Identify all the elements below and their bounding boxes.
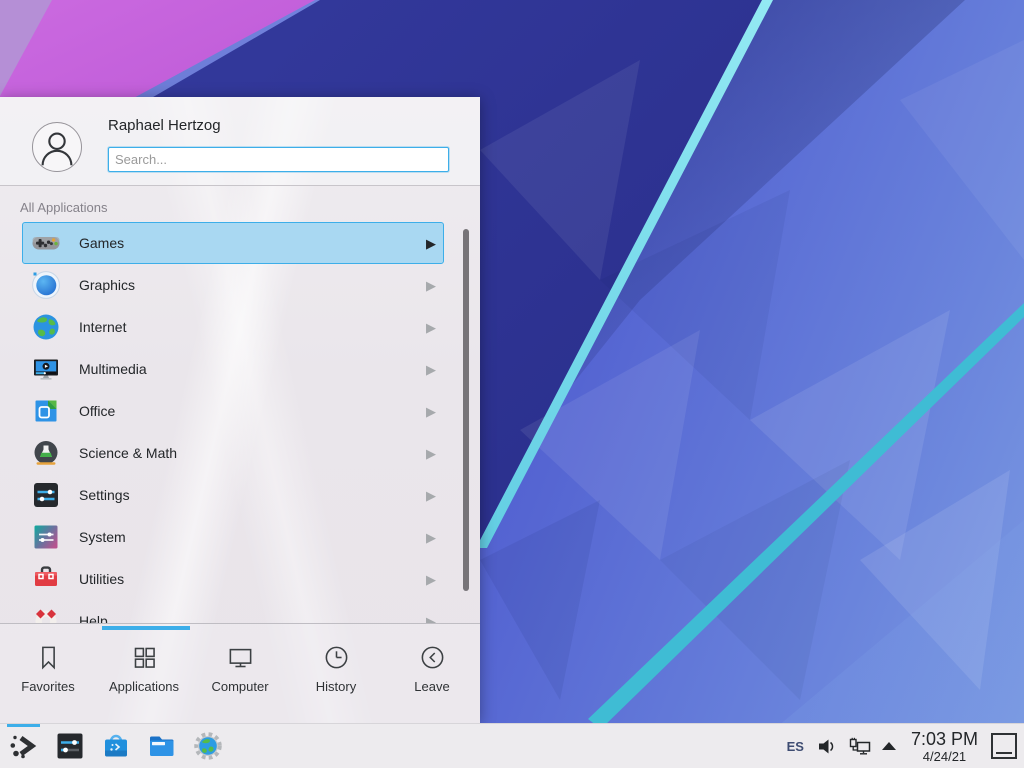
chevron-right-icon: ▶ bbox=[426, 531, 436, 544]
category-label: Settings bbox=[79, 487, 130, 503]
category-system[interactable]: System ▶ bbox=[22, 516, 444, 558]
chevron-right-icon: ▶ bbox=[426, 363, 436, 376]
chevron-right-icon: ▶ bbox=[426, 615, 436, 624]
category-internet[interactable]: Internet ▶ bbox=[22, 306, 444, 348]
computer-icon bbox=[227, 644, 254, 671]
clock-time: 7:03 PM bbox=[911, 730, 978, 748]
user-avatar-icon[interactable] bbox=[32, 122, 82, 172]
section-label: All Applications bbox=[20, 200, 107, 215]
category-label: Graphics bbox=[79, 277, 135, 293]
category-games[interactable]: Games ▶ bbox=[22, 222, 444, 264]
help-icon bbox=[31, 606, 61, 623]
taskbar-launchers bbox=[0, 731, 223, 761]
chevron-right-icon: ▶ bbox=[426, 489, 436, 502]
tab-computer[interactable]: Computer bbox=[192, 624, 288, 723]
category-label: Help bbox=[79, 613, 108, 623]
category-label: System bbox=[79, 529, 126, 545]
application-launcher-menu: Raphael Hertzog All Applications Games ▶… bbox=[0, 97, 480, 723]
discover-button[interactable] bbox=[101, 731, 131, 761]
tab-leave[interactable]: Leave bbox=[384, 624, 480, 723]
active-tab-indicator bbox=[102, 626, 190, 630]
system-icon bbox=[31, 522, 61, 552]
category-label: Games bbox=[79, 235, 124, 251]
clock-date: 4/24/21 bbox=[911, 750, 978, 763]
tray-expand-icon[interactable] bbox=[882, 742, 896, 750]
games-icon bbox=[31, 228, 61, 258]
category-graphics[interactable]: Graphics ▶ bbox=[22, 264, 444, 306]
tab-label: Leave bbox=[414, 679, 449, 694]
system-settings-icon bbox=[55, 731, 85, 761]
file-manager-button[interactable] bbox=[147, 731, 177, 761]
show-desktop-button[interactable] bbox=[991, 733, 1017, 759]
network-icon[interactable] bbox=[849, 737, 871, 755]
globe-gear-icon bbox=[193, 731, 223, 761]
settings-icon bbox=[31, 480, 61, 510]
volume-icon[interactable] bbox=[817, 737, 836, 756]
search-input[interactable] bbox=[108, 147, 449, 172]
chevron-right-icon: ▶ bbox=[426, 237, 436, 250]
leave-icon bbox=[419, 644, 446, 671]
chevron-right-icon: ▶ bbox=[426, 447, 436, 460]
tab-label: History bbox=[316, 679, 356, 694]
system-tray: ES 7:03 PM 4/24/21 bbox=[787, 730, 1024, 763]
history-clock-icon bbox=[323, 644, 350, 671]
tab-label: Applications bbox=[109, 679, 179, 694]
category-science-math[interactable]: Science & Math ▶ bbox=[22, 432, 444, 474]
chevron-right-icon: ▶ bbox=[426, 405, 436, 418]
keyboard-layout-indicator[interactable]: ES bbox=[787, 739, 804, 754]
discover-bag-icon bbox=[101, 731, 131, 761]
taskbar: ES 7:03 PM 4/24/21 bbox=[0, 723, 1024, 768]
tab-favorites[interactable]: Favorites bbox=[0, 624, 96, 723]
launcher-header: Raphael Hertzog bbox=[0, 97, 480, 186]
web-browser-button[interactable] bbox=[193, 731, 223, 761]
multimedia-icon bbox=[31, 354, 61, 384]
category-label: Internet bbox=[79, 319, 126, 335]
category-label: Multimedia bbox=[79, 361, 147, 377]
utilities-icon bbox=[31, 564, 61, 594]
chevron-right-icon: ▶ bbox=[426, 279, 436, 292]
tab-label: Favorites bbox=[21, 679, 74, 694]
category-label: Science & Math bbox=[79, 445, 177, 461]
category-label: Utilities bbox=[79, 571, 124, 587]
graphics-icon bbox=[31, 270, 61, 300]
user-name: Raphael Hertzog bbox=[108, 117, 221, 134]
launcher-footer-tabs: Favorites Applications Computer History bbox=[0, 623, 480, 723]
scrollbar[interactable] bbox=[463, 229, 469, 591]
app-grid-icon bbox=[131, 644, 158, 671]
tab-history[interactable]: History bbox=[288, 624, 384, 723]
folder-icon bbox=[147, 731, 177, 761]
system-settings-button[interactable] bbox=[55, 731, 85, 761]
clock[interactable]: 7:03 PM 4/24/21 bbox=[911, 730, 978, 763]
tab-applications[interactable]: Applications bbox=[96, 624, 192, 723]
category-office[interactable]: Office ▶ bbox=[22, 390, 444, 432]
category-label: Office bbox=[79, 403, 115, 419]
active-task-indicator bbox=[7, 724, 40, 727]
kickoff-icon bbox=[9, 731, 39, 761]
chevron-right-icon: ▶ bbox=[426, 573, 436, 586]
chevron-right-icon: ▶ bbox=[426, 321, 436, 334]
internet-icon bbox=[31, 312, 61, 342]
category-list: Games ▶ Graphics ▶ Internet ▶ bbox=[0, 222, 480, 623]
category-multimedia[interactable]: Multimedia ▶ bbox=[22, 348, 444, 390]
category-help[interactable]: Help ▶ bbox=[22, 600, 444, 623]
science-icon bbox=[31, 438, 61, 468]
office-icon bbox=[31, 396, 61, 426]
tab-label: Computer bbox=[211, 679, 268, 694]
bookmark-icon bbox=[35, 644, 62, 671]
desktop: Raphael Hertzog All Applications Games ▶… bbox=[0, 0, 1024, 768]
category-utilities[interactable]: Utilities ▶ bbox=[22, 558, 444, 600]
app-launcher-button[interactable] bbox=[9, 731, 39, 761]
category-settings[interactable]: Settings ▶ bbox=[22, 474, 444, 516]
